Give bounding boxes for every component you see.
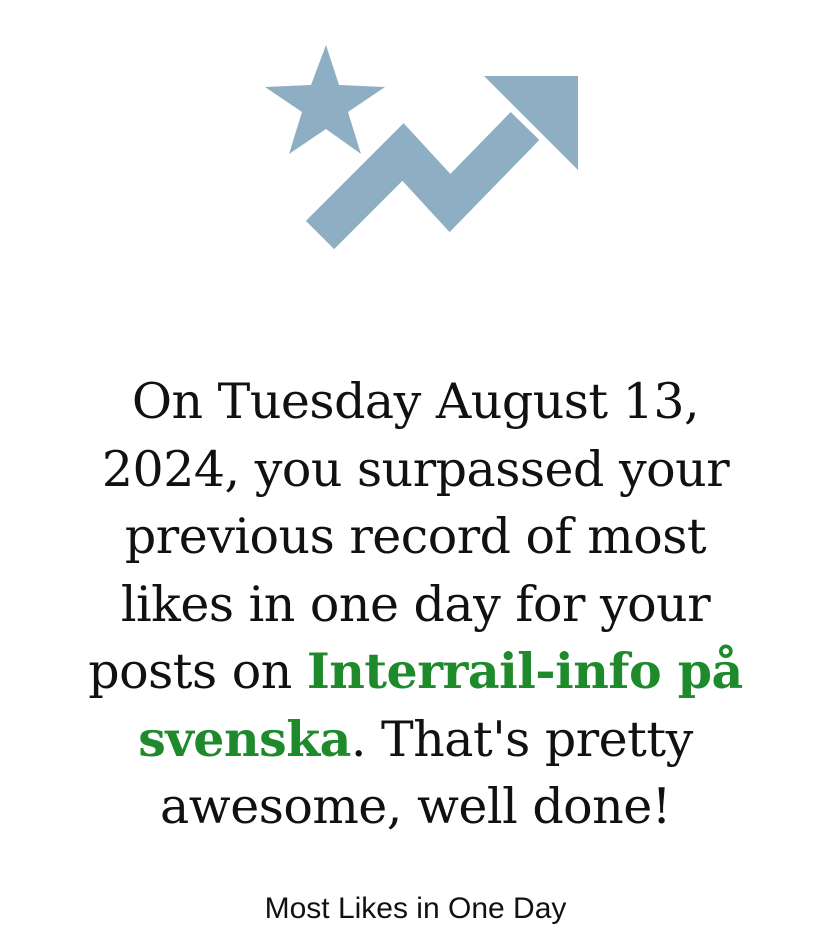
star-trending-up-icon: [260, 40, 590, 255]
star-icon: [265, 45, 385, 154]
achievement-message: On Tuesday August 13, 2024, you surpasse…: [70, 368, 761, 841]
achievement-caption: Most Likes in One Day: [264, 892, 567, 925]
badge-graphic: [265, 45, 578, 250]
